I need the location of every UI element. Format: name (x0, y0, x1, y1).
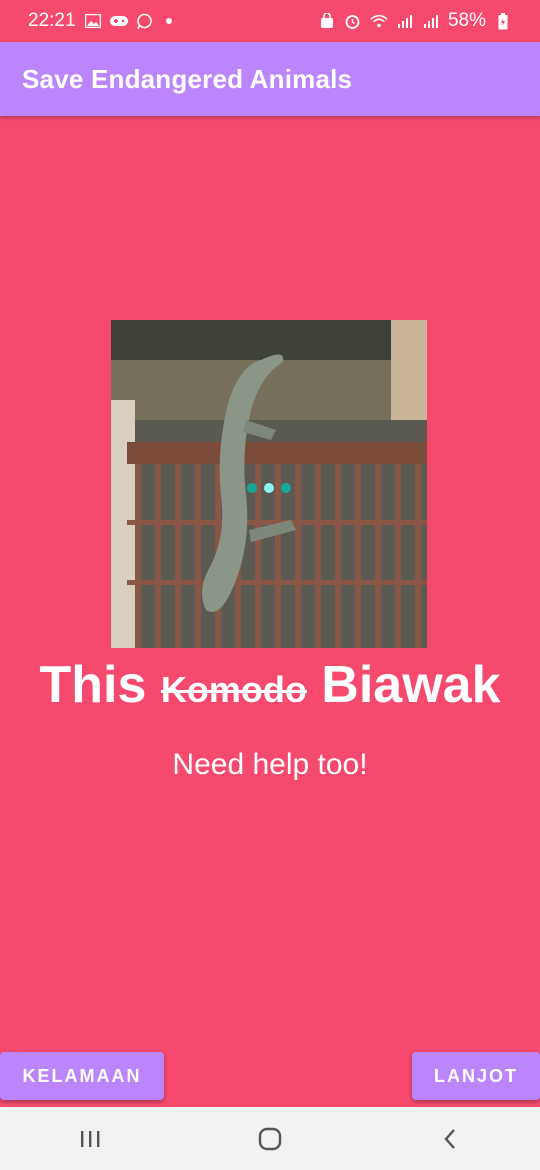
back-icon[interactable] (420, 1114, 480, 1164)
loading-indicator (247, 483, 291, 493)
recent-apps-icon[interactable] (60, 1114, 120, 1164)
vpn-icon (318, 12, 336, 30)
headline: This Komodo Biawak (0, 655, 540, 715)
app-bar: Save Endangered Animals (0, 42, 540, 116)
signal-icon (422, 12, 440, 30)
gamepad-icon (109, 12, 128, 30)
signal-icon (396, 12, 414, 30)
app-title: Save Endangered Animals (22, 63, 353, 94)
alarm-icon (344, 12, 362, 30)
headline-animal: Biawak (321, 656, 501, 714)
next-button[interactable]: LANJOT (412, 1052, 540, 1100)
headline-strikethrough: Komodo (160, 669, 307, 710)
back-button[interactable]: KELAMAAN (0, 1052, 164, 1100)
wifi-icon (370, 12, 388, 30)
gallery-icon (84, 12, 102, 30)
system-nav-bar (0, 1107, 540, 1170)
home-icon[interactable] (240, 1114, 300, 1164)
battery-icon (494, 12, 512, 30)
status-right: 58% (318, 10, 512, 32)
headline-this: This (39, 656, 147, 714)
status-time: 22:21 (28, 10, 76, 31)
status-bar: 22:21 58% (0, 0, 540, 42)
whatsapp-icon (136, 12, 154, 30)
status-left: 22:21 (28, 10, 172, 32)
battery-percent: 58% (447, 10, 486, 31)
subtitle: Need help too! (172, 748, 368, 781)
notification-dot (165, 18, 172, 24)
loader-dot (264, 483, 274, 493)
loader-dot (247, 483, 257, 493)
loader-dot (281, 483, 291, 493)
